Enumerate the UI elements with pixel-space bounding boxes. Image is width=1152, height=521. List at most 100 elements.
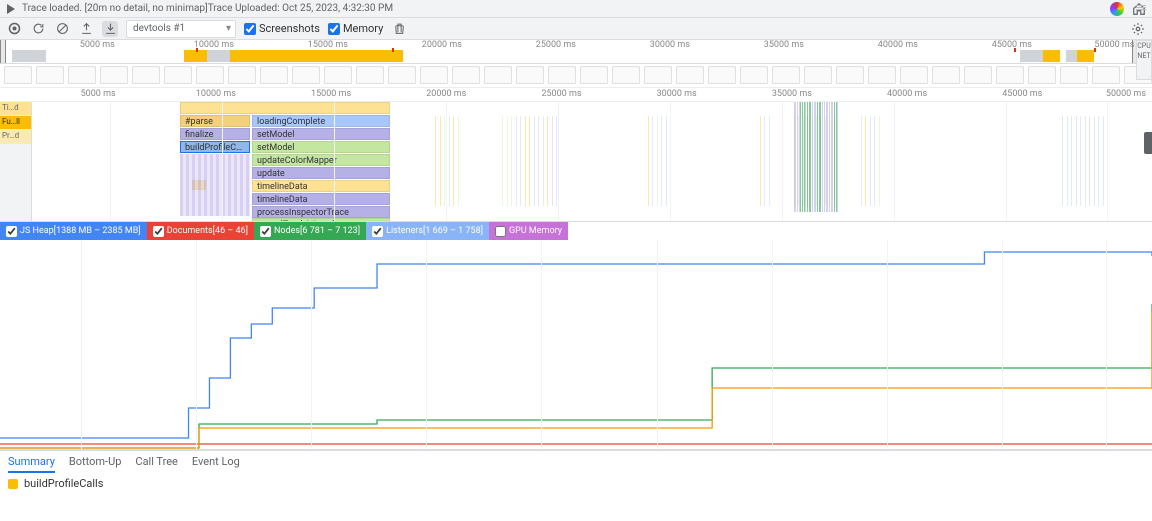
screenshot-thumb[interactable]	[388, 66, 416, 84]
trace-loaded-text: Trace loaded. [20m no detail, no minimap…	[22, 3, 208, 14]
track-frames[interactable]: Fu…ll	[0, 116, 31, 130]
screenshot-thumb[interactable]	[1060, 66, 1088, 84]
memory-checkbox[interactable]: Memory	[328, 22, 383, 35]
legend-jsheap-cb[interactable]	[6, 226, 17, 237]
screenshot-thumb[interactable]	[1092, 66, 1120, 84]
screenshot-thumb[interactable]	[900, 66, 928, 84]
status-bar: Trace loaded. [20m no detail, no minimap…	[0, 0, 1152, 18]
side-panel-toggle[interactable]	[1144, 132, 1152, 154]
reload-button[interactable]	[30, 21, 46, 37]
screenshot-thumb[interactable]	[1028, 66, 1056, 84]
profile-icon[interactable]	[1110, 2, 1124, 16]
net-label: NET	[1137, 51, 1151, 61]
tab-event-log[interactable]: Event Log	[192, 452, 240, 471]
screenshot-thumb[interactable]	[164, 66, 192, 84]
flame-buildprofilecalls[interactable]: buildProfileCalls	[180, 141, 250, 153]
upload-button[interactable]	[78, 21, 94, 37]
legend-gpu-cb[interactable]	[495, 226, 506, 237]
screenshot-thumb[interactable]	[932, 66, 960, 84]
counters-svg	[0, 240, 1152, 450]
screenshot-thumb[interactable]	[260, 66, 288, 84]
record-button[interactable]	[6, 21, 22, 37]
tab-call-tree[interactable]: Call Tree	[135, 452, 177, 471]
legend-documents[interactable]: Documents[46 – 46]	[147, 222, 254, 240]
screenshot-thumb[interactable]	[644, 66, 672, 84]
screenshot-thumb[interactable]	[132, 66, 160, 84]
flame-processinspectortrace[interactable]: processInspectorTrace	[252, 206, 390, 218]
legend-jsheap[interactable]: JS Heap[1388 MB – 2385 MB]	[0, 222, 147, 240]
flame-loadingcomplete[interactable]: loadingComplete	[252, 115, 390, 127]
screenshots-checkbox[interactable]: Screenshots	[244, 22, 320, 35]
screenshot-thumb[interactable]	[292, 66, 320, 84]
screenshot-thumb[interactable]	[676, 66, 704, 84]
screenshot-thumb[interactable]	[708, 66, 736, 84]
screenshot-thumb[interactable]	[612, 66, 640, 84]
screenshots-input[interactable]	[244, 23, 256, 35]
screenshot-thumb[interactable]	[36, 66, 64, 84]
screenshot-thumb[interactable]	[836, 66, 864, 84]
legend-gpu[interactable]: GPU Memory	[489, 222, 568, 240]
screenshots-label: Screenshots	[259, 22, 320, 35]
cpu-label: CPU	[1137, 41, 1151, 51]
screenshot-thumb[interactable]	[68, 66, 96, 84]
flame-update[interactable]: update	[252, 167, 390, 179]
trace-uploaded-text: Trace Uploaded: Oct 25, 2023, 4:32:30 PM	[208, 3, 393, 14]
overview-timeline[interactable]: 5000 ms10000 ms15000 ms20000 ms25000 ms3…	[0, 40, 1152, 64]
screenshot-thumb[interactable]	[740, 66, 768, 84]
counters-chart[interactable]	[0, 240, 1152, 450]
screenshot-thumb[interactable]	[420, 66, 448, 84]
track-main[interactable]: Pr…d	[0, 130, 31, 144]
legend-listeners[interactable]: Listeners[1 669 – 1 758]	[366, 222, 489, 240]
screenshot-thumb[interactable]	[804, 66, 832, 84]
legend-gpu-label: GPU Memory	[509, 226, 562, 236]
detail-tabs: Summary Bottom-Up Call Tree Event Log	[0, 450, 1152, 472]
flame-timelinedata2[interactable]: timelineData	[252, 193, 390, 205]
flame-chart[interactable]: Ti…d Fu…ll Pr…d otasks #parse finalize b…	[0, 102, 1152, 222]
flame-finalize[interactable]: finalize	[180, 128, 250, 140]
play-icon[interactable]	[6, 4, 16, 14]
screenshot-thumb[interactable]	[548, 66, 576, 84]
flame-axis: 5000 ms10000 ms15000 ms20000 ms25000 ms3…	[0, 88, 1152, 102]
memory-label: Memory	[343, 22, 383, 35]
screenshot-thumb[interactable]	[868, 66, 896, 84]
screenshot-thumb[interactable]	[996, 66, 1024, 84]
memory-input[interactable]	[328, 23, 340, 35]
legend-nodes[interactable]: Nodes[6 781 – 7 123]	[254, 222, 366, 240]
flame-setmodel2[interactable]: setModel	[252, 141, 390, 153]
legend-listeners-cb[interactable]	[372, 226, 383, 237]
garbage-collect-button[interactable]	[391, 21, 407, 37]
context-select[interactable]: devtools #1	[126, 20, 236, 38]
screenshot-thumb[interactable]	[4, 66, 32, 84]
tab-summary[interactable]: Summary	[8, 452, 55, 473]
screenshot-thumb[interactable]	[580, 66, 608, 84]
screenshot-thumb[interactable]	[484, 66, 512, 84]
settings-button[interactable]	[1130, 21, 1146, 37]
download-button[interactable]	[102, 21, 118, 37]
screenshot-thumb[interactable]	[356, 66, 384, 84]
flame-appendtrackatlevel[interactable]: appendTrackAtLevel	[252, 218, 390, 221]
flame-area[interactable]: otasks #parse finalize buildProfileCalls…	[32, 102, 1152, 221]
screenshot-thumb[interactable]	[772, 66, 800, 84]
overview-handle-left[interactable]	[0, 40, 6, 63]
flame-timelinedata1[interactable]: timelineData	[252, 180, 390, 192]
screenshot-thumb[interactable]	[324, 66, 352, 84]
screenshot-thumb[interactable]	[100, 66, 128, 84]
track-timings[interactable]: Ti…d	[0, 102, 31, 116]
flame-setmodel1[interactable]: setModel	[252, 128, 390, 140]
screenshot-thumb[interactable]	[516, 66, 544, 84]
screenshot-thumb[interactable]	[228, 66, 256, 84]
flame-updatecolormapper[interactable]: updateColorMapper	[252, 154, 390, 166]
clear-button[interactable]	[54, 21, 70, 37]
screenshot-thumb[interactable]	[196, 66, 224, 84]
screenshot-thumb[interactable]	[964, 66, 992, 84]
tab-bottom-up[interactable]: Bottom-Up	[69, 452, 122, 471]
legend-jsheap-label: JS Heap[1388 MB – 2385 MB]	[20, 226, 141, 236]
summary-row: buildProfileCalls	[0, 472, 1152, 495]
legend-documents-cb[interactable]	[153, 226, 164, 237]
screenshot-thumb[interactable]	[452, 66, 480, 84]
flame-parse[interactable]: #parse	[180, 115, 250, 127]
legend-nodes-cb[interactable]	[260, 226, 271, 237]
flame-task[interactable]	[180, 102, 390, 114]
screenshot-strip[interactable]	[0, 64, 1152, 88]
track-names: Ti…d Fu…ll Pr…d	[0, 102, 32, 221]
